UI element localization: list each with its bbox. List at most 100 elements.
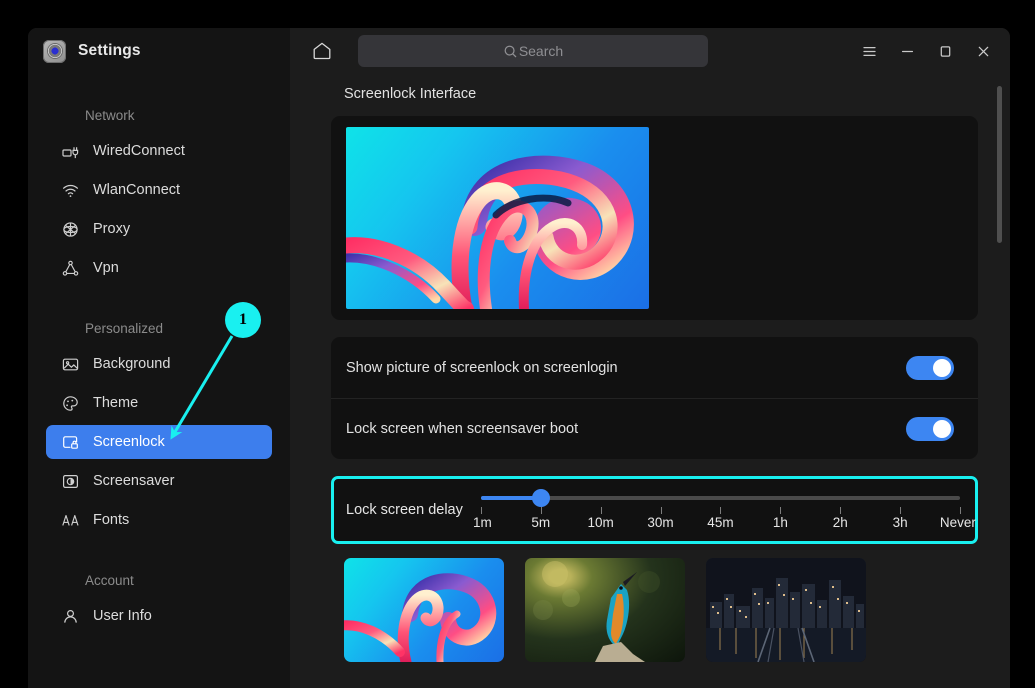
content-area: Search [290, 28, 1010, 688]
slider-tick [840, 507, 841, 514]
section-title: Screenlock Interface [344, 86, 978, 102]
slider-tick-label: 5m [531, 515, 550, 530]
sidebar-group-personalized: Personalized Background [28, 317, 290, 537]
slider-tick-label: 10m [588, 515, 614, 530]
sidebar-item-label: Vpn [93, 260, 119, 276]
sidebar-group-network: Network WiredConnect [28, 104, 290, 285]
sidebar-item-label: WiredConnect [93, 143, 185, 159]
sidebar-item-label: Background [93, 356, 170, 372]
slider-tick [960, 507, 961, 514]
slider-tick [481, 507, 482, 514]
slider-tick [601, 507, 602, 514]
lock-screen-delay-label: Lock screen delay [346, 502, 463, 518]
spacer [28, 547, 290, 569]
app-title: Settings [78, 42, 141, 60]
slider-track [481, 496, 960, 500]
slider-tick [900, 507, 901, 514]
sidebar-item-screensaver[interactable]: Screensaver [46, 464, 272, 498]
settings-scroll-area[interactable]: Screenlock Interface [290, 74, 1010, 688]
sidebar-item-user-info[interactable]: User Info [46, 599, 272, 633]
hamburger-menu-icon[interactable] [856, 38, 882, 64]
close-icon[interactable] [970, 38, 996, 64]
fonts-aa-icon [61, 511, 80, 530]
wallpaper-thumb-kingfisher-bird[interactable] [525, 558, 685, 662]
slider-tick [720, 507, 721, 514]
slider-tick [780, 507, 781, 514]
screen: Settings Network [0, 0, 1035, 688]
slider-tick-label: 3h [893, 515, 908, 530]
globe-icon [61, 220, 80, 239]
minimize-icon[interactable] [894, 38, 920, 64]
sidebar-item-proxy[interactable]: Proxy [46, 212, 272, 246]
palette-icon [61, 394, 80, 413]
toggle-knob [933, 359, 951, 377]
row-show-picture-on-screenlogin: Show picture of screenlock on screenlogi… [331, 337, 978, 398]
sidebar-item-label: Proxy [93, 221, 130, 237]
screen-lock-icon [61, 433, 80, 452]
row-label: Show picture of screenlock on screenlogi… [346, 360, 906, 376]
sidebar-item-label: User Info [93, 608, 152, 624]
wallpaper-thumb-city-skyline-night[interactable] [706, 558, 866, 662]
wifi-icon [61, 181, 80, 200]
sidebar-item-wlanconnect[interactable]: WlanConnect [46, 173, 272, 207]
sidebar-group-account: Account User Info [28, 569, 290, 633]
sidebar-item-fonts[interactable]: Fonts [46, 503, 272, 537]
screenlock-preview-card [331, 116, 978, 320]
abstract-swirl-graphic [346, 127, 649, 309]
search-input[interactable]: Search [358, 35, 708, 67]
ethernet-icon [61, 142, 80, 161]
wallpaper-thumbnail-list [331, 558, 978, 662]
sidebar-item-screenlock[interactable]: Screenlock [46, 425, 272, 459]
lock-screen-delay-card: Lock screen delay 1m 5m 10m 30m 45m 1h 2h 3h Nev… [331, 476, 978, 544]
wallpaper-thumb-abstract-swirl[interactable] [344, 558, 504, 662]
sidebar-item-theme[interactable]: Theme [46, 386, 272, 420]
sidebar-item-label: Screensaver [93, 473, 174, 489]
slider-tick-labels: 1m5m10m30m45m1h2h3hNever [481, 515, 960, 533]
settings-gear-icon [43, 40, 66, 63]
slider-tick-label: 1m [473, 515, 492, 530]
search-icon [503, 44, 518, 59]
toggle-show-picture-on-screenlogin[interactable] [906, 356, 954, 380]
slider-tick-label: 2h [833, 515, 848, 530]
sidebar-item-label: Screenlock [93, 434, 165, 450]
city-skyline-graphic [706, 558, 866, 662]
sidebar-item-label: Theme [93, 395, 138, 411]
slider-tick [541, 507, 542, 514]
vertical-scrollbar[interactable] [997, 86, 1002, 243]
search-placeholder: Search [519, 43, 563, 59]
toggle-lock-screen-when-screensaver-boot[interactable] [906, 417, 954, 441]
annotation-badge-1: 1 [225, 302, 261, 338]
slider-ticks [481, 507, 960, 514]
slider-tick-label: Never [940, 515, 976, 530]
screenlock-options-card: Show picture of screenlock on screenlogi… [331, 337, 978, 459]
sidebar-group-label-account: Account [28, 569, 290, 593]
sidebar-item-label: WlanConnect [93, 182, 180, 198]
row-lock-screen-when-screensaver-boot: Lock screen when screensaver boot [331, 398, 978, 459]
row-label: Lock screen when screensaver boot [346, 421, 906, 437]
slider-tick-label: 1h [773, 515, 788, 530]
maximize-icon[interactable] [932, 38, 958, 64]
toggle-knob [933, 420, 951, 438]
settings-window: Settings Network [28, 28, 1010, 688]
abstract-swirl-graphic [344, 558, 504, 662]
slider-tick-label: 30m [647, 515, 673, 530]
slider-tick [661, 507, 662, 514]
sidebar-item-vpn[interactable]: Vpn [46, 251, 272, 285]
screenlock-preview-image[interactable] [346, 127, 649, 309]
sidebar-group-label-network: Network [28, 104, 290, 128]
slider-tick-label: 45m [707, 515, 733, 530]
home-icon[interactable] [306, 35, 338, 67]
sidebar-item-label: Fonts [93, 512, 129, 528]
contrast-screen-icon [61, 472, 80, 491]
sidebar-item-wiredconnect[interactable]: WiredConnect [46, 134, 272, 168]
kingfisher-graphic [525, 558, 685, 662]
image-icon [61, 355, 80, 374]
title-bar: Search [290, 28, 1010, 74]
person-icon [61, 607, 80, 626]
sidebar: Settings Network [28, 28, 290, 688]
sidebar-item-background[interactable]: Background [46, 347, 272, 381]
lock-screen-delay-slider[interactable]: 1m5m10m30m45m1h2h3hNever [481, 487, 960, 533]
slider-thumb[interactable] [532, 489, 550, 507]
vpn-network-icon [61, 259, 80, 278]
app-header: Settings [28, 28, 290, 74]
